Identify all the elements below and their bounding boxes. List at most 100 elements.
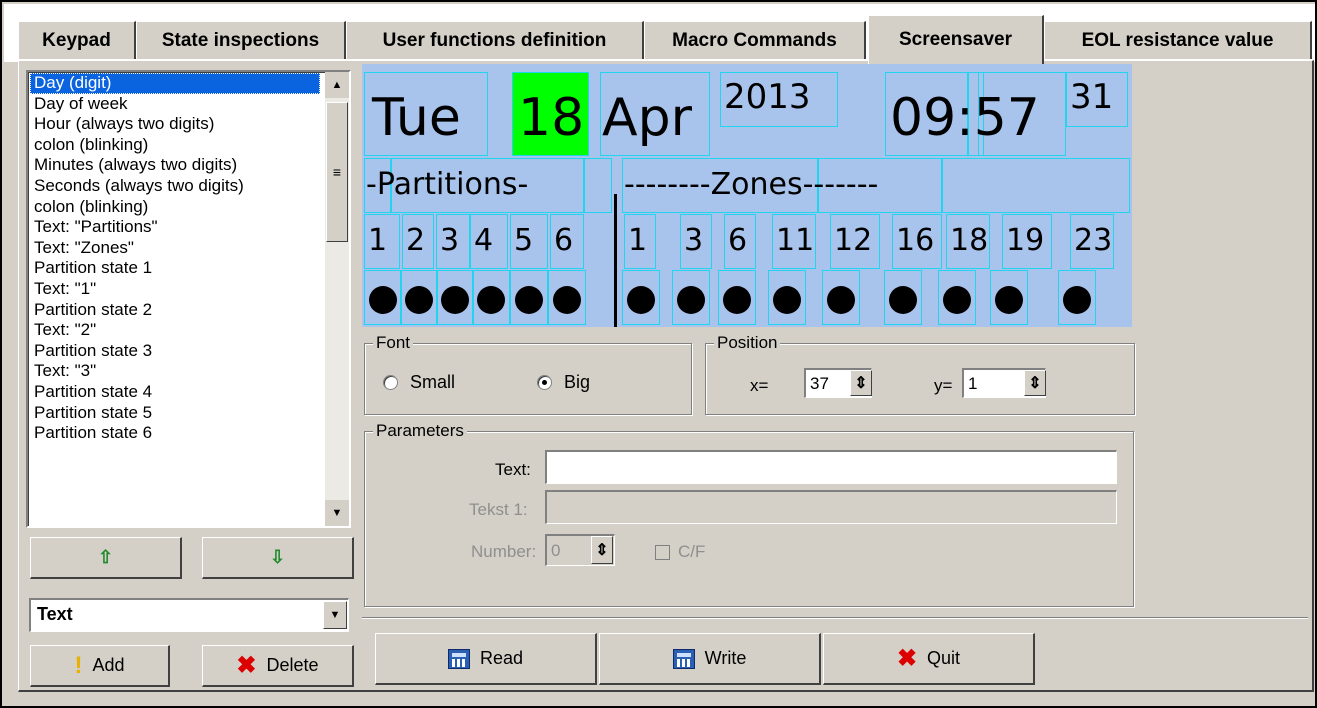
preview-year: 2013 [724,77,811,117]
number-param-value: 0 [551,540,561,560]
state-dot-icon [773,286,801,314]
state-dot-icon [1063,286,1091,314]
preview-day-of-week: Tue [372,88,461,148]
tab-user-functions-definition[interactable]: User functions definition [346,21,644,59]
list-item[interactable]: Partition state 4 [30,382,320,403]
list-item[interactable]: Partition state 1 [30,258,320,279]
state-dot-icon [943,286,971,314]
cf-checkbox[interactable]: C/F [655,542,705,562]
list-item[interactable]: Text: "Zones" [30,238,320,259]
partition-number: 6 [554,223,574,258]
tab-macro-commands[interactable]: Macro Commands [644,21,866,59]
state-dot-icon [677,286,705,314]
delete-button[interactable]: ✖ Delete [202,645,354,687]
element-listbox[interactable]: Day (digit) Day of week Hour (always two d… [26,70,351,528]
checkbox-icon[interactable] [655,544,670,560]
scroll-thumb[interactable]: ≡ [326,102,348,242]
element-list: Day (digit) Day of week Hour (always two d… [30,73,320,444]
zone-number: 23 [1074,223,1113,258]
preview-time: 09:57 [890,88,1040,148]
list-item[interactable]: Partition state 5 [30,403,320,424]
quit-x-icon: ✖ [896,644,918,672]
read-button-label: Read [479,648,524,668]
preview-partitions-label: -Partitions- [366,167,529,202]
cf-label: C/F [678,542,706,561]
list-item[interactable]: Partition state 3 [30,341,320,362]
delete-x-icon: ✖ [236,651,257,679]
font-small-radio[interactable]: Small [383,372,455,393]
font-big-radio[interactable]: Big [537,372,590,393]
list-scrollbar[interactable]: ▲ ≡ ▼ [325,72,349,526]
move-down-button[interactable]: ⇩ [202,537,354,579]
partition-number: 1 [368,223,388,258]
tekst1-param-label: Tekst 1: [469,500,528,519]
preview-seconds: 31 [1070,77,1114,117]
text-param-input[interactable] [545,450,1117,484]
quit-button[interactable]: ✖ Quit [823,633,1035,685]
quit-button-label: Quit [927,648,961,668]
zone-number: 19 [1006,223,1045,258]
tab-eol-resistance-value[interactable]: EOL resistance value [1044,21,1312,59]
x-spin-icon[interactable]: ⇕ [850,370,872,396]
preview-zones-label: --------Zones------- [624,167,879,202]
list-item[interactable]: colon (blinking) [30,197,320,218]
list-item[interactable]: Partition state 2 [30,300,320,321]
preview-cell-dash-2[interactable] [584,158,612,213]
list-item[interactable]: Day of week [30,94,320,115]
arrow-down-icon: ⇩ [269,547,286,567]
add-button[interactable]: ! Add [30,645,170,687]
list-item[interactable]: Hour (always two digits) [30,114,320,135]
screensaver-preview[interactable]: Tue 18 Apr 2013 09:57 31 -Partitions- --… [362,64,1132,327]
tekst1-param-input[interactable] [545,490,1117,524]
list-item[interactable]: Seconds (always two digits) [30,176,320,197]
font-small-label: Small [410,372,456,392]
state-dot-icon [515,286,543,314]
move-up-button[interactable]: ⇧ [30,537,182,579]
state-dot-icon [369,286,397,314]
window-frame: Keypad State inspections User functions … [0,0,1317,708]
tab-screensaver[interactable]: Screensaver [868,15,1044,64]
list-item[interactable]: Minutes (always two digits) [30,155,320,176]
state-dot-icon [627,286,655,314]
zone-number: 16 [896,223,935,258]
tab-keypad[interactable]: Keypad [18,21,136,59]
tab-state-inspections[interactable]: State inspections [136,21,346,59]
zone-number: 6 [728,223,748,258]
tab-strip: Keypad State inspections User functions … [4,4,1315,64]
font-big-label: Big [564,372,591,392]
read-button[interactable]: Read [375,633,597,685]
scroll-up-icon[interactable]: ▲ [325,72,349,98]
x-position-value: 37 [810,373,829,393]
list-item[interactable]: Text: "1" [30,279,320,300]
list-item[interactable]: colon (blinking) [30,135,320,156]
scroll-down-icon[interactable]: ▼ [325,500,349,526]
write-button[interactable]: Write [599,633,821,685]
number-spin-icon[interactable]: ⇕ [591,536,613,564]
preview-day: 18 [518,88,585,148]
y-spin-icon[interactable]: ⇕ [1024,370,1046,396]
arrow-up-icon: ⇧ [97,547,114,567]
radio-big-icon[interactable] [537,375,552,390]
list-item[interactable]: Text: "2" [30,320,320,341]
zone-number: 18 [950,223,989,258]
zone-number: 11 [776,223,815,258]
state-dot-icon [995,286,1023,314]
chevron-down-icon[interactable]: ▼ [323,601,347,629]
list-item[interactable]: Text: "3" [30,361,320,382]
position-group-title: Position [714,333,781,353]
list-item[interactable]: Text: "Partitions" [30,217,320,238]
list-item[interactable]: Partition state 6 [30,423,320,444]
font-group: Font Small Big [364,333,692,415]
font-group-title: Font [373,333,414,353]
state-dot-icon [827,286,855,314]
delete-button-label: Delete [266,655,319,675]
partition-number: 5 [514,223,534,258]
write-calculator-icon [672,648,695,669]
screensaver-panel: Day (digit) Day of week Hour (always two d… [18,60,1314,692]
state-dot-icon [889,286,917,314]
preview-cell-zones-dash-right[interactable] [942,158,1130,213]
exclamation-icon: ! [74,651,83,679]
element-type-select[interactable]: Text ▼ [29,598,349,632]
list-item[interactable]: Day (digit) [30,73,320,94]
radio-small-icon[interactable] [383,375,398,390]
